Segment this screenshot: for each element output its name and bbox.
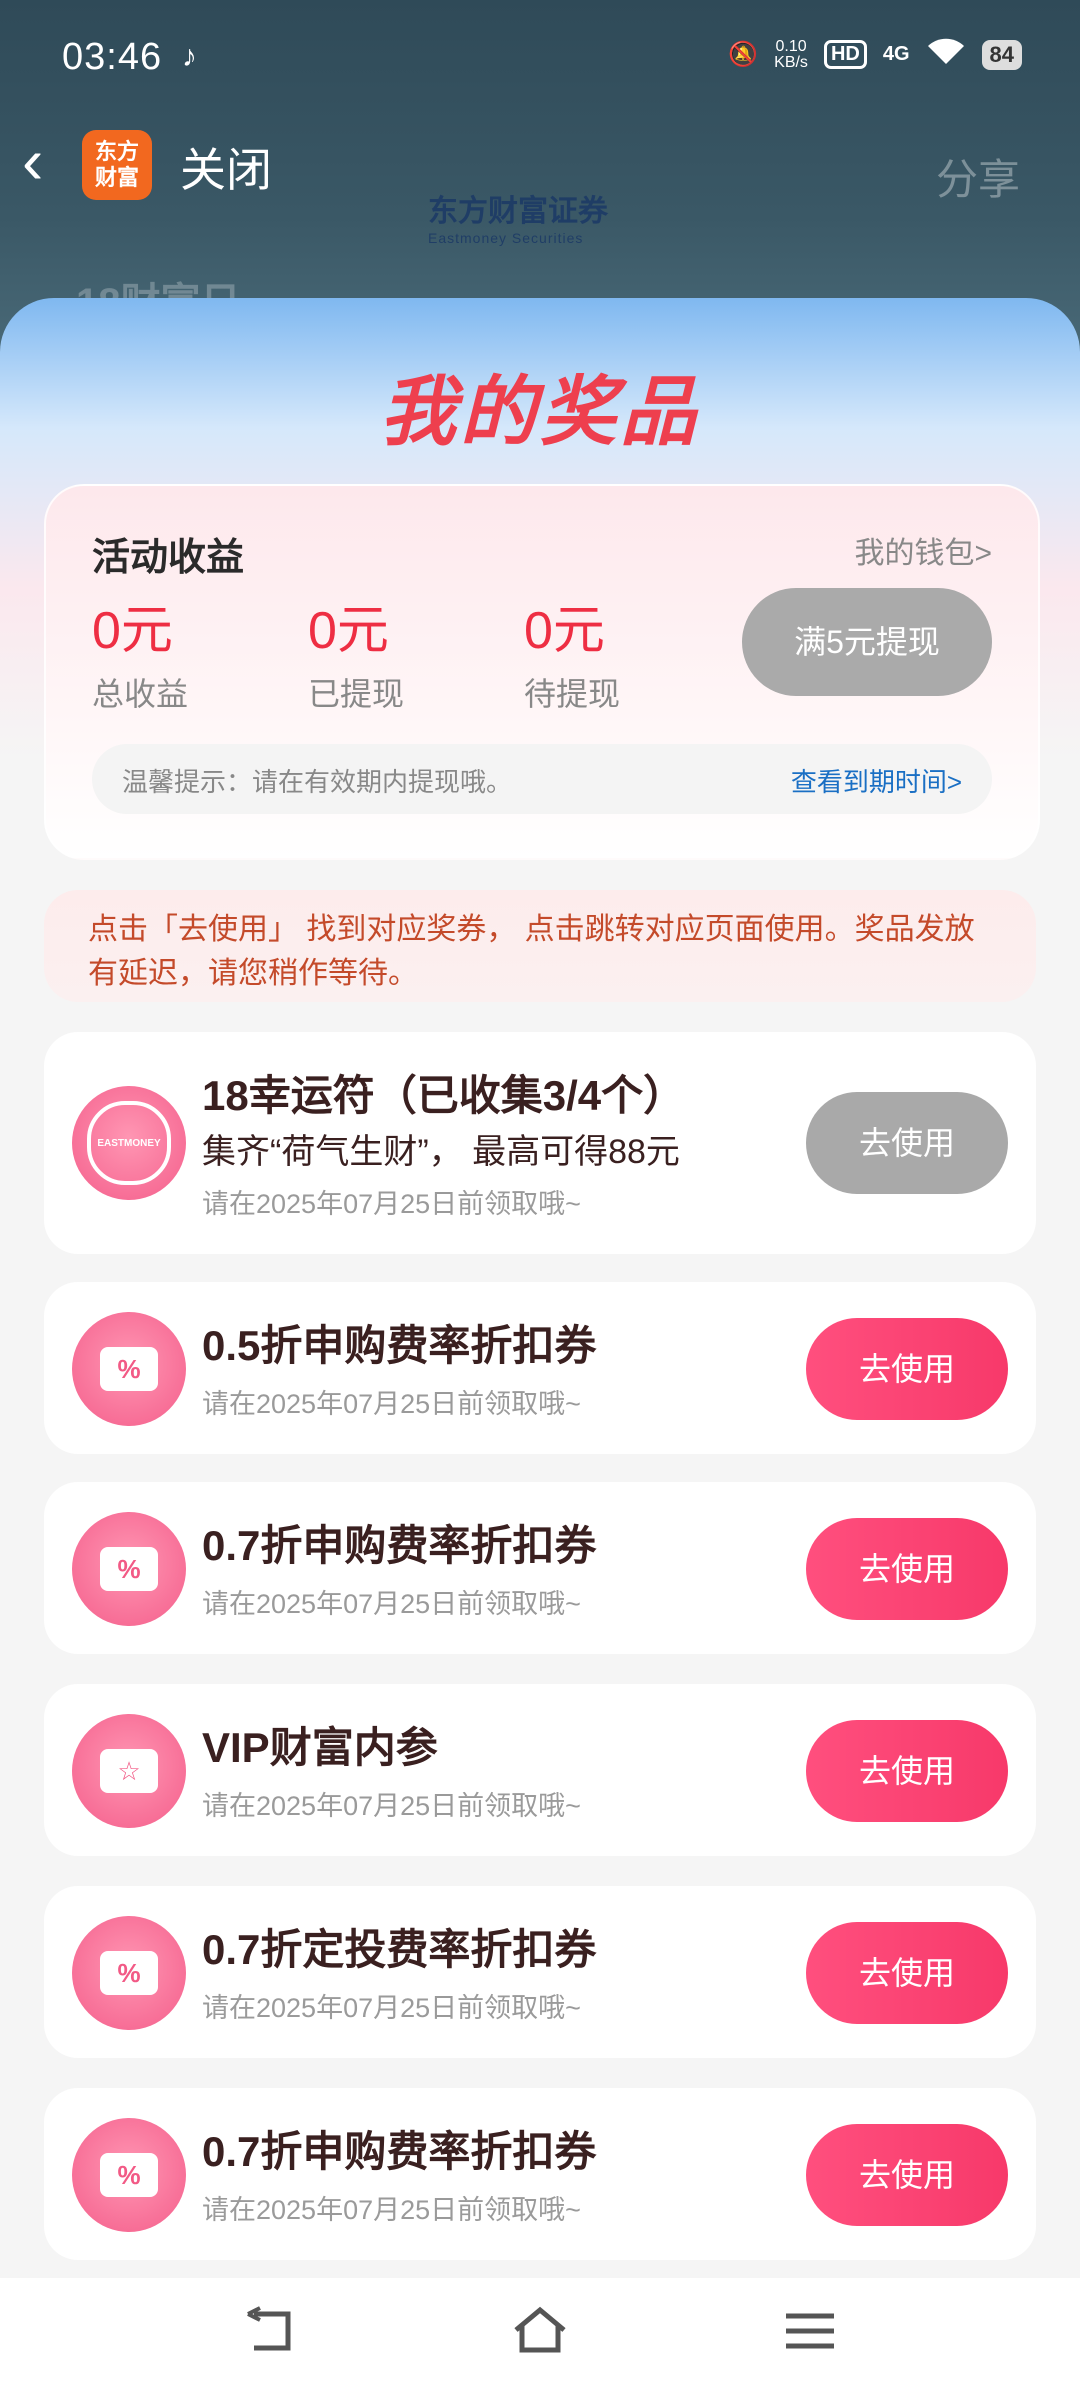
music-note-icon: ♪ — [182, 40, 197, 73]
stat-total: 0元 总收益 — [92, 602, 189, 712]
home-nav-icon[interactable] — [500, 2304, 580, 2374]
tip-text: 温馨提示：请在有效期内提现哦。 — [122, 767, 513, 797]
sheet-title: 我的奖品 — [380, 370, 700, 455]
eastmoney-badge-icon: EASTMONEY — [72, 1086, 186, 1200]
percent-ticket-icon: % — [72, 1312, 186, 1426]
prize-card: % 0.7折申购费率折扣券 请在2025年07月25日前领取哦~ 去使用 — [44, 2088, 1036, 2260]
prizes-sheet: 我的奖品 活动收益 我的钱包> 0元 总收益 0元 已提现 0元 待提现 满5元… — [0, 298, 1080, 2278]
expiry-time-link[interactable]: 查看到期时间> — [791, 762, 962, 799]
withdraw-button[interactable]: 满5元提现 — [742, 588, 992, 696]
brand-watermark: 东方财富证券 Eastmoney Securities — [428, 195, 608, 246]
share-button[interactable]: 分享 — [936, 146, 1020, 207]
prize-name: 0.5折申购费率折扣券 — [202, 1322, 597, 1369]
prize-name: 0.7折申购费率折扣券 — [202, 1522, 597, 1569]
status-icons: 🔕 0.10 KB/s HD 4G 84 — [728, 36, 1022, 73]
use-button[interactable]: 去使用 — [806, 1518, 1008, 1620]
status-bar: 03:46 ♪ 🔕 0.10 KB/s HD 4G 84 — [0, 0, 1080, 110]
earnings-card: 活动收益 我的钱包> 0元 总收益 0元 已提现 0元 待提现 满5元提现 温馨… — [44, 484, 1040, 860]
battery-icon: 84 — [981, 39, 1022, 70]
star-ticket-icon: ☆ — [72, 1714, 186, 1828]
prize-expiry: 请在2025年07月25日前领取哦~ — [202, 1589, 581, 1619]
use-button[interactable]: 去使用 — [806, 1720, 1008, 1822]
signal-4g-icon: 4G — [882, 43, 910, 65]
prize-card: % 0.7折申购费率折扣券 请在2025年07月25日前领取哦~ 去使用 — [44, 1482, 1036, 1654]
prize-card: % 0.7折定投费率折扣券 请在2025年07月25日前领取哦~ 去使用 — [44, 1886, 1036, 2058]
use-button[interactable]: 去使用 — [806, 2124, 1008, 2226]
prize-expiry: 请在2025年07月25日前领取哦~ — [202, 1993, 581, 2023]
percent-ticket-icon: % — [72, 1916, 186, 2030]
prize-expiry: 请在2025年07月25日前领取哦~ — [202, 1389, 581, 1419]
stat-withdrawn: 0元 已提现 — [308, 602, 405, 712]
my-wallet-link[interactable]: 我的钱包> — [854, 528, 992, 572]
prize-name: 0.7折申购费率折扣券 — [202, 2128, 597, 2175]
use-button[interactable]: 去使用 — [806, 1092, 1008, 1194]
status-time: 03:46 — [62, 36, 163, 78]
percent-ticket-icon: % — [72, 1512, 186, 1626]
usage-notice: 点击「去使用」 找到对应奖券， 点击跳转对应页面使用。奖品发放有延迟，请您稍作等… — [44, 890, 1036, 1002]
back-nav-icon[interactable] — [230, 2304, 310, 2374]
prize-card: EASTMONEY 18幸运符（已收集3/4个） 集齐“荷气生财”， 最高可得8… — [44, 1032, 1036, 1254]
close-button[interactable]: 关闭 — [180, 134, 272, 200]
prize-name: VIP财富内参 — [202, 1724, 438, 1771]
mute-bell-icon: 🔕 — [728, 41, 759, 68]
prize-name: 18幸运符（已收集3/4个） — [202, 1072, 686, 1119]
menu-nav-icon[interactable] — [770, 2304, 850, 2374]
prize-name: 0.7折定投费率折扣券 — [202, 1926, 597, 1973]
stat-pending: 0元 待提现 — [524, 602, 621, 712]
eastmoney-logo: 东方 财富 — [82, 130, 152, 200]
tip-bar: 温馨提示：请在有效期内提现哦。 查看到期时间> — [92, 744, 992, 814]
system-nav-bar — [0, 2278, 1080, 2400]
use-button[interactable]: 去使用 — [806, 1318, 1008, 1420]
net-speed: 0.10 KB/s — [774, 37, 808, 71]
earnings-title: 活动收益 — [92, 537, 245, 579]
percent-ticket-icon: % — [72, 2118, 186, 2232]
prize-expiry: 请在2025年07月25日前领取哦~ — [202, 1189, 581, 1219]
wifi-icon — [926, 36, 966, 73]
prize-subtitle: 集齐“荷气生财”， 最高可得88元 — [202, 1133, 680, 1171]
hd-icon: HD — [823, 40, 867, 69]
prize-card: ☆ VIP财富内参 请在2025年07月25日前领取哦~ 去使用 — [44, 1684, 1036, 1856]
prize-expiry: 请在2025年07月25日前领取哦~ — [202, 1791, 581, 1821]
prize-card: % 0.5折申购费率折扣券 请在2025年07月25日前领取哦~ 去使用 — [44, 1282, 1036, 1454]
use-button[interactable]: 去使用 — [806, 1922, 1008, 2024]
prize-expiry: 请在2025年07月25日前领取哦~ — [202, 2195, 581, 2225]
